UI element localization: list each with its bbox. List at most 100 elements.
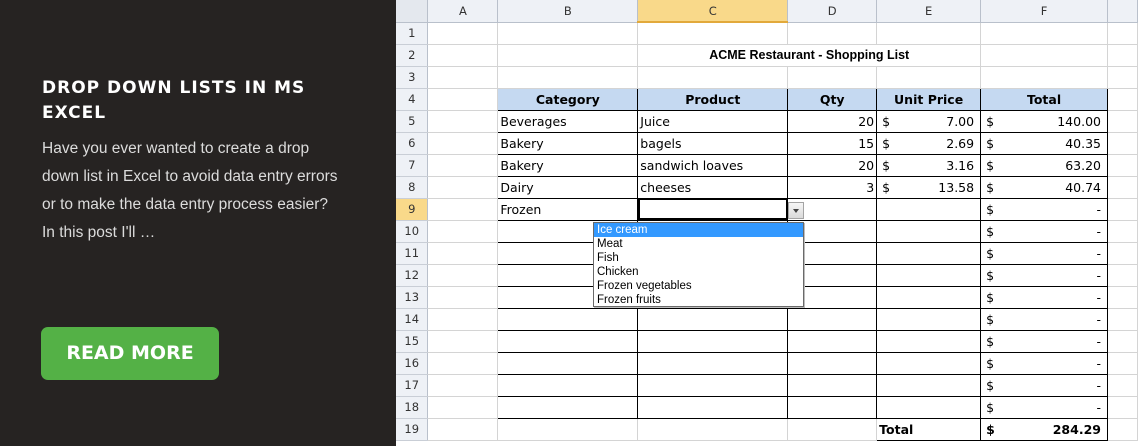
dropdown-list[interactable]: Ice cream Meat Fish Chicken Frozen vegetable…	[593, 222, 804, 307]
row-header-5[interactable]: 5	[396, 110, 429, 133]
unit-price-cell[interactable]	[876, 329, 982, 353]
total-cell[interactable]: $ -	[980, 395, 1108, 419]
total-cell[interactable]: $ -	[980, 263, 1108, 287]
column-header-d[interactable]: D	[787, 0, 878, 23]
qty-cell[interactable]	[787, 307, 878, 331]
unit-price-cell[interactable]	[876, 351, 982, 375]
unit-price-cell[interactable]	[876, 219, 982, 243]
unit-price-cell[interactable]	[876, 285, 982, 309]
column-header-f[interactable]: F	[980, 0, 1108, 23]
cell-a5[interactable]	[427, 110, 499, 133]
row-header-9[interactable]: 9	[396, 198, 429, 221]
post-title[interactable]: DROP DOWN LISTS IN MS EXCEL	[42, 76, 362, 126]
cell-g16[interactable]	[1107, 352, 1138, 375]
cell-g5[interactable]	[1107, 110, 1138, 133]
row-header-8[interactable]: 8	[396, 176, 429, 199]
unit-price-cell[interactable]: $3.16	[876, 153, 982, 177]
product-cell[interactable]	[637, 197, 789, 221]
row-header-10[interactable]: 10	[396, 220, 429, 243]
unit-price-cell[interactable]	[876, 197, 982, 221]
cell-g12[interactable]	[1107, 264, 1138, 287]
cell-a11[interactable]	[427, 242, 499, 265]
cell-a6[interactable]	[427, 132, 499, 155]
cell-f3[interactable]	[980, 66, 1108, 89]
product-cell[interactable]	[637, 373, 789, 397]
product-cell[interactable]: cheeses	[637, 175, 789, 199]
qty-cell[interactable]: 15	[787, 131, 878, 155]
category-cell[interactable]: Frozen	[497, 197, 639, 221]
category-cell[interactable]	[497, 307, 639, 331]
cell-g10[interactable]	[1107, 220, 1138, 243]
cell-d19[interactable]	[787, 418, 878, 441]
row-header-19[interactable]: 19	[396, 418, 429, 441]
cell-a7[interactable]	[427, 154, 499, 177]
cell-g18[interactable]	[1107, 396, 1138, 419]
cell-a8[interactable]	[427, 176, 499, 199]
column-header-a[interactable]: A	[427, 0, 499, 23]
row-header-3[interactable]: 3	[396, 66, 429, 89]
product-cell[interactable]: bagels	[637, 131, 789, 155]
row-header-7[interactable]: 7	[396, 154, 429, 177]
qty-cell[interactable]	[787, 351, 878, 375]
category-cell[interactable]	[497, 329, 639, 353]
total-cell[interactable]: $ -	[980, 241, 1108, 265]
product-cell[interactable]	[637, 329, 789, 353]
dropdown-option[interactable]: Frozen fruits	[594, 293, 803, 307]
cell-a17[interactable]	[427, 374, 499, 397]
total-cell[interactable]: $40.35	[980, 131, 1108, 155]
unit-price-cell[interactable]	[876, 307, 982, 331]
category-cell[interactable]: Beverages	[497, 109, 639, 133]
row-header-11[interactable]: 11	[396, 242, 429, 265]
cell-a1[interactable]	[427, 22, 499, 45]
row-header-6[interactable]: 6	[396, 132, 429, 155]
cell-a19[interactable]	[427, 418, 499, 441]
cell-a12[interactable]	[427, 264, 499, 287]
sheet-title[interactable]: ACME Restaurant - Shopping List	[637, 44, 982, 67]
total-cell[interactable]: $ -	[980, 373, 1108, 397]
row-header-4[interactable]: 4	[396, 88, 429, 111]
row-header-13[interactable]: 13	[396, 286, 429, 309]
cell-f1[interactable]	[980, 22, 1108, 45]
row-header-16[interactable]: 16	[396, 352, 429, 375]
cell-c19[interactable]	[637, 418, 789, 441]
dropdown-option[interactable]: Ice cream	[594, 223, 803, 237]
cell-g3[interactable]	[1107, 66, 1138, 89]
dropdown-option[interactable]: Fish	[594, 251, 803, 265]
cell-g1[interactable]	[1107, 22, 1138, 45]
qty-cell[interactable]: 20	[787, 109, 878, 133]
row-header-2[interactable]: 2	[396, 44, 429, 67]
product-cell[interactable]	[637, 307, 789, 331]
cell-f2[interactable]	[980, 44, 1108, 67]
row-header-14[interactable]: 14	[396, 308, 429, 331]
row-header-17[interactable]: 17	[396, 374, 429, 397]
table-header-category[interactable]: Category	[497, 87, 639, 111]
read-more-button[interactable]: READ MORE	[41, 327, 219, 380]
unit-price-cell[interactable]: $7.00	[876, 109, 982, 133]
unit-price-cell[interactable]	[876, 241, 982, 265]
cell-c3[interactable]	[637, 66, 789, 89]
column-header-c[interactable]: C	[637, 0, 789, 23]
cell-g17[interactable]	[1107, 374, 1138, 397]
row-header-1[interactable]: 1	[396, 22, 429, 45]
cell-g6[interactable]	[1107, 132, 1138, 155]
cell-g4[interactable]	[1107, 88, 1138, 111]
total-cell[interactable]: $ -	[980, 285, 1108, 309]
total-cell[interactable]: $40.74	[980, 175, 1108, 199]
table-header-unit-price[interactable]: Unit Price	[876, 87, 982, 111]
category-cell[interactable]: Bakery	[497, 153, 639, 177]
cell-b2[interactable]	[497, 44, 639, 67]
product-cell[interactable]	[637, 395, 789, 419]
cell-a18[interactable]	[427, 396, 499, 419]
qty-cell[interactable]	[787, 395, 878, 419]
category-cell[interactable]	[497, 395, 639, 419]
unit-price-cell[interactable]	[876, 395, 982, 419]
unit-price-cell[interactable]: $13.58	[876, 175, 982, 199]
table-header-qty[interactable]: Qty	[787, 87, 878, 111]
cell-e3[interactable]	[876, 66, 982, 89]
qty-cell[interactable]	[787, 373, 878, 397]
total-cell[interactable]: $63.20	[980, 153, 1108, 177]
cell-d1[interactable]	[787, 22, 878, 45]
total-cell[interactable]: $ -	[980, 307, 1108, 331]
cell-g15[interactable]	[1107, 330, 1138, 353]
cell-a10[interactable]	[427, 220, 499, 243]
